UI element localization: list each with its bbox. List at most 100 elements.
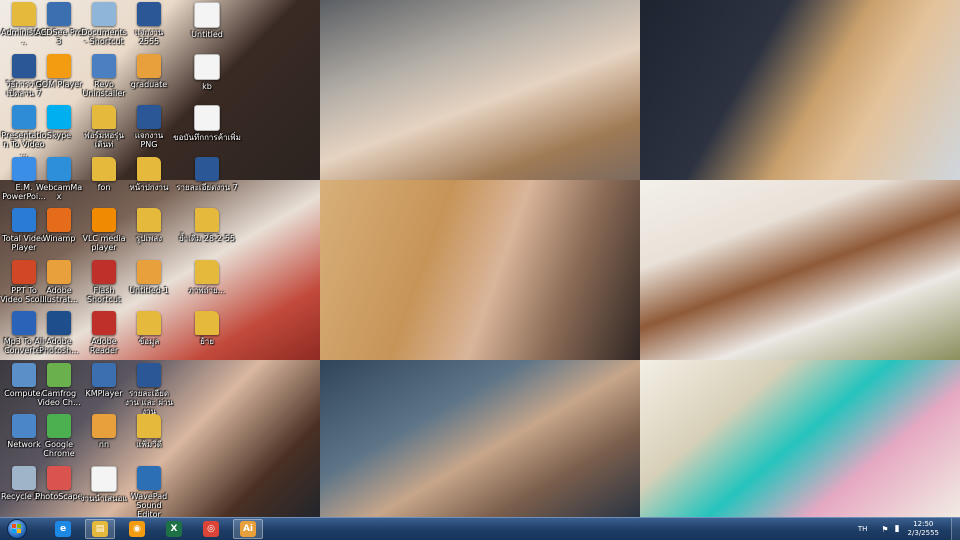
desktop-icon[interactable]: หน้าปกงาน: [125, 156, 173, 192]
word-doc-icon: [137, 2, 161, 26]
taskbar-button[interactable]: ◎: [196, 519, 226, 539]
taskbar-button[interactable]: X: [159, 519, 189, 539]
desktop-icon[interactable]: ย้าย: [172, 311, 242, 346]
desktop-icon[interactable]: KMPlayer: [80, 362, 128, 398]
folder-icon: [137, 414, 161, 438]
desktop-icon[interactable]: PhotoScape: [35, 465, 83, 501]
desktop-icon-label: Skype: [46, 131, 72, 140]
desktop-icon-label: Adobe Photosh...: [39, 337, 79, 355]
desktop-icon[interactable]: kb: [172, 53, 242, 91]
desktop-icon[interactable]: WavePad Sound Editor: [125, 465, 173, 519]
start-button[interactable]: [3, 518, 31, 540]
mp3-converter-icon: [12, 311, 36, 335]
desktop-icon[interactable]: GOM Player: [35, 53, 83, 89]
document-icon: [194, 53, 220, 80]
desktop-icon[interactable]: Adobe Photosh...: [35, 311, 83, 355]
illustrator-icon: [47, 259, 71, 284]
desktop-icon-label: Adobe Illustrat...: [39, 285, 79, 304]
desktop-icon[interactable]: Adobe Reader: [80, 311, 128, 355]
desktop-icon-label: ย้ำเดิม 28-2-55: [178, 234, 236, 243]
desktop-icon[interactable]: Camfrog Video Ch...: [35, 362, 83, 407]
desktop-icon[interactable]: VLC media player: [80, 208, 128, 252]
desktop-icon-label: ภาพถ่าย...: [188, 285, 226, 295]
desktop-icon[interactable]: WebcamMax: [35, 156, 83, 201]
desktop-icon[interactable]: nn: [80, 414, 128, 449]
folder-icon: [137, 208, 161, 232]
desktop-icon[interactable]: Winamp: [35, 208, 83, 243]
language-indicator[interactable]: TH: [858, 525, 868, 533]
desktop-icon-label: รายละเอียดงาน และ ผ่านงาน: [125, 388, 173, 416]
action-center-flag-icon[interactable]: ⚑: [881, 525, 888, 534]
desktop-icon-label: ACDSee Pro 3: [35, 28, 83, 46]
desktop-icon[interactable]: Flash Shortcut: [80, 259, 128, 304]
desktop-icon-label: Winamp: [42, 234, 76, 243]
desktop-icon[interactable]: งานนำเสนอแ: [80, 465, 128, 503]
illustrator-icon: [92, 414, 116, 438]
desktop-icon[interactable]: Adobe Illustrat...: [35, 259, 83, 304]
internet-explorer-icon: e: [55, 521, 71, 537]
desktop-icon-label: VLC media player: [82, 234, 126, 252]
desktop-icon-label: Flash Shortcut: [86, 285, 122, 304]
photoscape-icon: [47, 465, 71, 490]
desktop-icon[interactable]: แจกงาน 2555: [125, 2, 173, 46]
recycle-bin-icon: [12, 465, 36, 490]
desktop-icon[interactable]: Untitled: [172, 2, 242, 39]
chrome-icon: [47, 414, 71, 438]
desktop-icon[interactable]: ฟอร์มหอรุ่นเดินท่: [80, 105, 128, 149]
taskbar-button[interactable]: ▤: [85, 519, 115, 539]
taskbar-button[interactable]: Ai: [233, 519, 263, 539]
document-icon: [194, 105, 220, 131]
desktop-icon-label: ขอบันทึกการค้าเพิ่ม: [173, 133, 241, 142]
desktop-icon[interactable]: รายละเอียดงาน 7: [172, 156, 242, 192]
desktop-icon-label: ย้าย: [200, 337, 214, 346]
desktop-icon[interactable]: ACDSee Pro 3: [35, 2, 83, 46]
desktop-icon[interactable]: แฟ้มวิดี: [125, 414, 173, 449]
desktop-icon-label: แจกงาน 2555: [134, 28, 164, 46]
desktop-icon[interactable]: Google Chrome: [35, 414, 83, 458]
flash-icon: [92, 259, 116, 284]
desktop-icon[interactable]: รูปเพลง: [125, 208, 173, 243]
desktop-icon-area: Administra... ACDSee Pro 3 Documents - Sho…: [0, 0, 960, 519]
file-explorer-icon: ▤: [92, 521, 108, 537]
desktop-icon-label: Camfrog Video Ch...: [37, 388, 81, 407]
desktop-icon-label: PhotoScape: [35, 491, 83, 501]
folder-icon: [195, 208, 219, 232]
desktop-icon-label: Adobe Reader: [89, 337, 119, 355]
revo-icon: [92, 53, 116, 78]
desktop-icon[interactable]: graduate: [125, 53, 173, 89]
total-video-icon: [12, 208, 36, 232]
desktop-icon-label: nn: [98, 440, 110, 449]
kmplayer-icon: [92, 362, 116, 387]
folder-icon: [195, 259, 219, 284]
word-doc-icon: [195, 156, 219, 181]
vlc-icon: [92, 208, 116, 232]
desktop-icon-label: รายละเอียดงาน 7: [176, 182, 238, 192]
taskbar-button[interactable]: e: [48, 519, 78, 539]
desktop-icon[interactable]: ภาพถ่าย...: [172, 259, 242, 295]
desktop-icon-label: KMPlayer: [85, 388, 123, 398]
desktop-icon-label: ฟอร์มหอรุ่นเดินท่: [84, 131, 124, 149]
desktop-icon[interactable]: Documents - Shortcut: [80, 2, 128, 46]
desktop-icon[interactable]: รายละเอียดงาน และ ผ่านงาน: [125, 362, 173, 416]
network-tray-icon[interactable]: ▮: [895, 524, 900, 534]
desktop-icon-label: รูปเพลง: [135, 234, 163, 243]
desktop-icon[interactable]: fon: [80, 156, 128, 192]
taskbar-button[interactable]: ◉: [122, 519, 152, 539]
illustrator-icon: Ai: [240, 521, 256, 537]
desktop-icon[interactable]: ย้ำเดิม 28-2-55: [172, 208, 242, 243]
clock[interactable]: 12:50 2/3/2555: [908, 520, 939, 538]
desktop-icon[interactable]: Revo Uninstaller: [80, 53, 128, 98]
desktop-icon[interactable]: ขอบันทึกการค้าเพิ่ม: [172, 105, 242, 142]
desktop-icon[interactable]: Untitled-1: [125, 259, 173, 295]
desktop-icon[interactable]: Skype: [35, 105, 83, 140]
desktop-icon[interactable]: แจกงาน PNG: [125, 105, 173, 149]
desktop-icon-label: kb: [202, 81, 212, 91]
desktop-icon[interactable]: ข้อมูล: [125, 311, 173, 346]
show-desktop-button[interactable]: [951, 518, 960, 540]
desktop-icon-label: Untitled-1: [129, 285, 169, 295]
windows-start-icon: [7, 519, 27, 539]
desktop-icon-label: fon: [97, 182, 111, 192]
desktop-icon-label: WebcamMax: [35, 182, 83, 201]
adobe-reader-icon: [92, 311, 116, 335]
ppt-video-icon: [12, 259, 36, 284]
